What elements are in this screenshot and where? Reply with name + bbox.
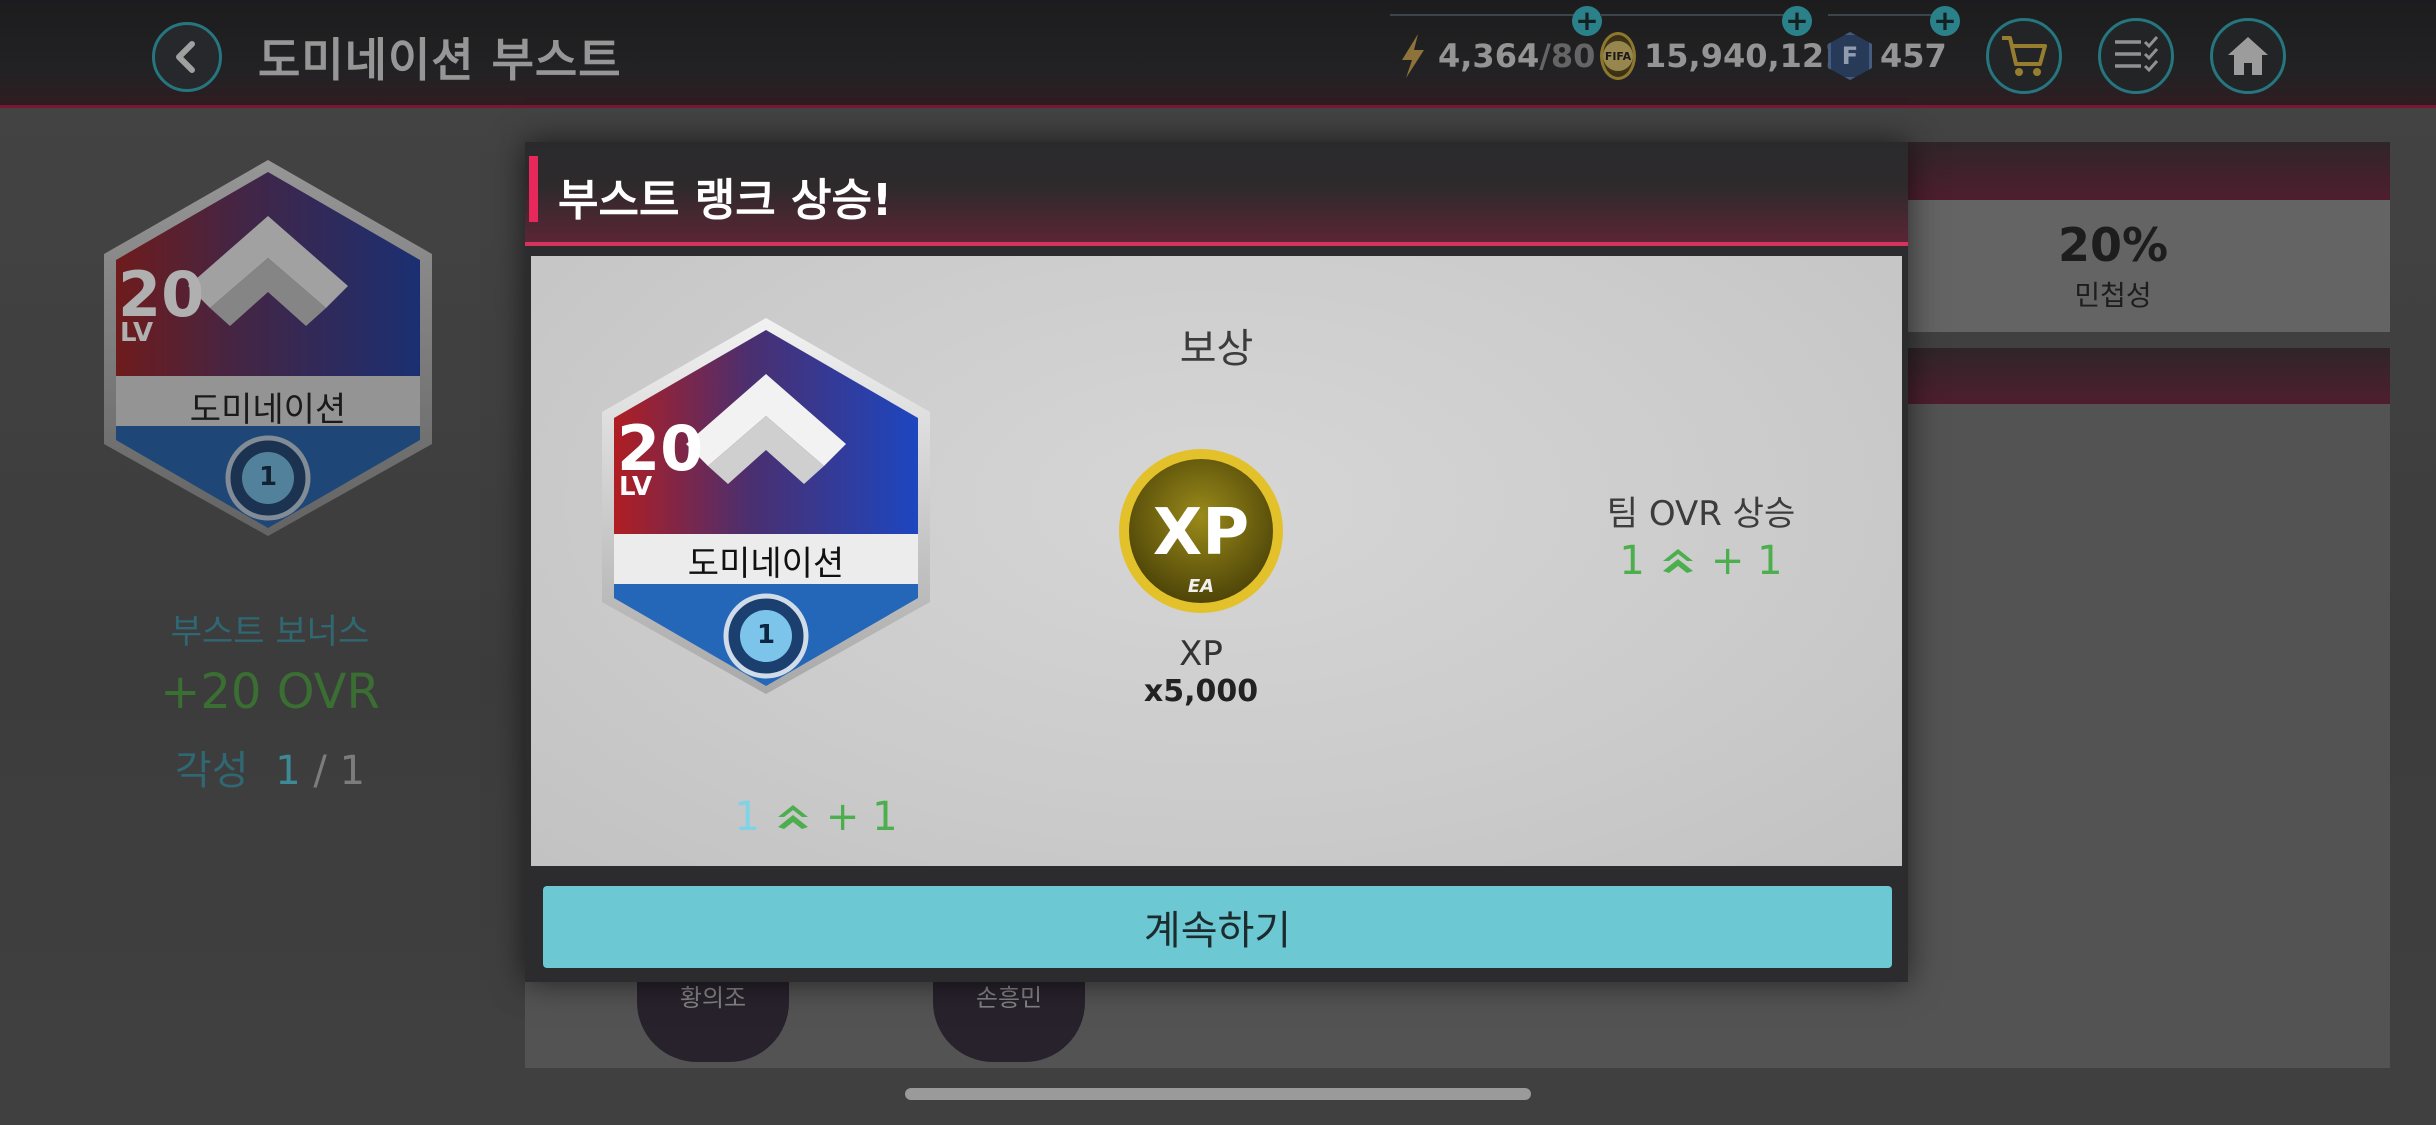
modal-body: 보상 20 LV 도미네이션 1 XP EA XP x5,000 팀 OVR 상… — [531, 256, 1902, 866]
badge-rank: 1 — [756, 620, 776, 650]
badge-name: 도미네이션 — [687, 544, 845, 584]
modal-header: 부스트 랭크 상승! — [525, 142, 1908, 246]
modal-title: 부스트 랭크 상승! — [558, 175, 893, 226]
xp-amount: x5,000 — [1143, 674, 1259, 709]
team-ovr-from: 1 — [1619, 538, 1645, 584]
badge-rank-delta: + 1 — [825, 794, 898, 840]
header-accent — [529, 156, 538, 222]
badge-rank-from: 1 — [734, 794, 760, 840]
continue-button[interactable]: 계속하기 — [543, 886, 1892, 968]
home-indicator[interactable] — [905, 1088, 1531, 1100]
xp-coin-text: XP — [1152, 496, 1250, 570]
rank-up-modal: 부스트 랭크 상승! 보상 20 LV 도미네이션 1 XP EA XP x5,… — [525, 142, 1908, 982]
badge-rank-change: 1 + 1 — [646, 794, 986, 840]
badge-level-suffix: LV — [619, 472, 653, 502]
team-ovr-change: 1 + 1 — [1531, 538, 1871, 584]
rank-up-arrow-icon — [777, 805, 808, 829]
team-ovr-delta: + 1 — [1710, 538, 1783, 584]
team-ovr-title: 팀 OVR 상승 — [1606, 494, 1796, 534]
rank-up-arrow-icon — [1662, 549, 1693, 573]
ea-logo: EA — [1187, 576, 1215, 597]
xp-label: XP — [1179, 634, 1223, 674]
